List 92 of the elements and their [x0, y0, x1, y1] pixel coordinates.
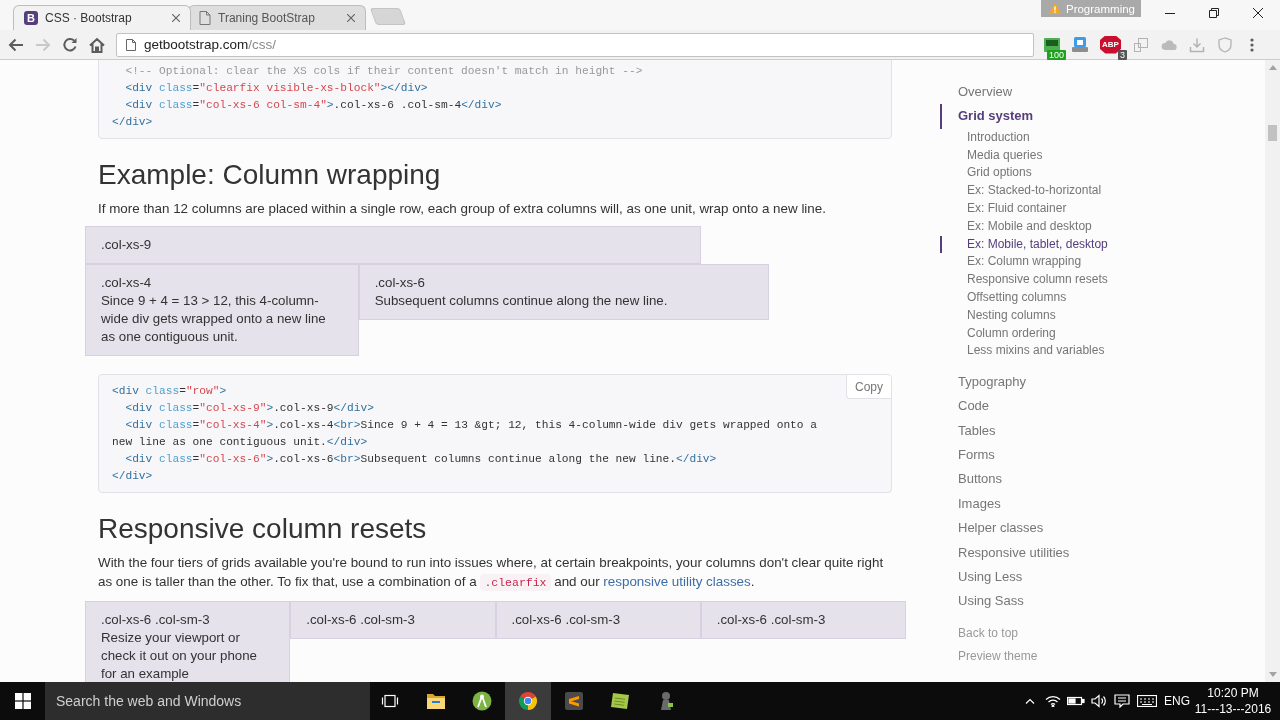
- footer-link[interactable]: Back to top: [940, 622, 1019, 646]
- nav-sublink[interactable]: Introduction: [940, 128, 1030, 147]
- folder-icon: [426, 691, 446, 711]
- close-icon[interactable]: [1253, 8, 1263, 18]
- code-line: <div class="row">: [112, 384, 227, 399]
- nav-sublink[interactable]: Ex: Mobile, tablet, desktop: [940, 235, 1108, 254]
- nav-link[interactable]: Using Sass: [940, 589, 1024, 614]
- copy-button[interactable]: Copy: [846, 375, 891, 399]
- section-heading: Example: Column wrapping: [98, 157, 442, 191]
- language-indicator[interactable]: ENG: [1161, 694, 1193, 708]
- nav-link[interactable]: Typography: [940, 369, 1026, 395]
- home-icon[interactable]: [89, 36, 105, 53]
- text-link[interactable]: responsive utility classes: [603, 574, 751, 589]
- notification-icon[interactable]: [1113, 694, 1130, 708]
- browser-tab[interactable]: Traning BootStrap: [188, 5, 366, 30]
- code-line: <div class="col-xs-6">.col-xs-6<br>Subsequent columns continue along the new line.</div>: [124, 452, 717, 467]
- nav-sublink[interactable]: Less mixins and variables: [940, 342, 1105, 361]
- nav-link[interactable]: Buttons: [940, 467, 1003, 492]
- count-badge: 3: [1118, 49, 1127, 60]
- nav-link[interactable]: Overview: [940, 80, 1013, 105]
- scrollbar-thumb[interactable]: [1268, 125, 1277, 141]
- nav-link[interactable]: Using Less: [940, 565, 1023, 590]
- compass-icon: [472, 691, 492, 711]
- clock-time[interactable]: 10:20 PM: [1207, 685, 1259, 701]
- clock-date[interactable]: 11---13---2016: [1194, 701, 1272, 717]
- nav-sublink[interactable]: Offsetting columns: [940, 289, 1067, 307]
- inline-code: .clearfix: [480, 574, 551, 591]
- nav-sublink[interactable]: Ex: Column wrapping: [940, 253, 1082, 272]
- count-badge: 100: [1046, 49, 1066, 60]
- column-label: .col-xs-6: [374, 274, 426, 292]
- nav-sublink[interactable]: Responsive column resets: [940, 271, 1108, 289]
- taskbar-app-button[interactable]: [505, 682, 551, 720]
- nav-link[interactable]: Forms: [940, 443, 995, 468]
- stop-sign-icon[interactable]: ABP: [1100, 35, 1121, 54]
- column-label: .col-xs-6 .col-sm-3: [511, 610, 622, 629]
- code-line: new line as one contiguous unit.</div>: [112, 435, 368, 450]
- column-label: .col-xs-9: [101, 236, 153, 254]
- column-text: Since 9 + 4 = 13 > 12, this 4-column-wide div gets wrapped onto a new line as one contiguous unit.: [101, 292, 327, 346]
- page-icon: [199, 11, 211, 25]
- nav-sublink[interactable]: Grid options: [940, 164, 1032, 183]
- menu-icon[interactable]: [1250, 37, 1254, 52]
- page-icon: [126, 38, 136, 51]
- column-label: .col-xs-6 .col-sm-3: [101, 610, 211, 629]
- logo-icon: B: [24, 11, 38, 25]
- code-line: </div>: [112, 469, 153, 484]
- section-heading: Responsive column resets: [98, 511, 428, 545]
- nav-sublink[interactable]: Ex: Stacked-to-horizontal: [940, 182, 1102, 200]
- nav-link[interactable]: Code: [940, 394, 990, 419]
- column-label: .col-xs-4: [101, 274, 153, 292]
- nav-link[interactable]: Images: [940, 491, 1001, 517]
- address-bar[interactable]: getbootstrap.com/css/: [116, 32, 1034, 57]
- footer-link[interactable]: Preview theme: [940, 645, 1038, 669]
- volume-icon[interactable]: [1090, 694, 1107, 708]
- nav-sublink[interactable]: Ex: Mobile and desktop: [940, 217, 1092, 236]
- wifi-icon[interactable]: [1044, 695, 1061, 707]
- code-line: <!-- Optional: clear the XS cols if their content doesn't match in height -->: [124, 64, 643, 79]
- chevron-up-icon[interactable]: [1024, 698, 1035, 704]
- restore-icon[interactable]: [1209, 8, 1219, 18]
- column-text: Resize your viewport or check it out on your phone for an example: [101, 628, 258, 682]
- keyboard-icon[interactable]: [1137, 695, 1157, 707]
- code-line: <div class="col-xs-4">.col-xs-4<br>Since 9 + 4 = 13 &gt; 12, this 4-column-wide div gets wrapped onto a: [124, 418, 817, 433]
- battery-icon[interactable]: [1066, 696, 1085, 706]
- code-line: <div class="clearfix visible-xs-block"></div>: [124, 81, 428, 96]
- column-label: .col-xs-6 .col-sm-3: [306, 610, 416, 629]
- browser-tab[interactable]: B CSS · Bootstrap: [13, 5, 191, 30]
- nav-sublink[interactable]: Nesting columns: [940, 306, 1056, 325]
- search-field[interactable]: Search the web and Windows: [45, 682, 370, 720]
- nav-link[interactable]: Helper classes: [940, 516, 1044, 541]
- nav-link[interactable]: Tables: [940, 418, 996, 443]
- windows-logo-icon[interactable]: [14, 693, 31, 709]
- monitor-icon[interactable]: [1044, 36, 1060, 53]
- code-line: </div>: [112, 115, 153, 130]
- reload-icon[interactable]: [62, 36, 78, 53]
- column-text: Subsequent columns continue along the new line.: [374, 292, 669, 310]
- striped-tile-icon: [564, 691, 584, 711]
- column-label: .col-xs-6 .col-sm-3: [716, 610, 827, 629]
- stacked-windows-icon[interactable]: [381, 694, 399, 708]
- paragraph-text: With the four tiers of grids available you're bound to run into issues where, at certain breakpoints, your columns don't clear quite right as one is taller than the other. To fix that, use a combination of a .clearfix and our responsive utility classes.: [98, 553, 885, 593]
- chrome-icon: [518, 691, 538, 711]
- nav-sublink[interactable]: Ex: Fluid container: [940, 200, 1067, 218]
- notebook-icon: [610, 691, 630, 711]
- nav-link[interactable]: Grid system: [940, 104, 1034, 129]
- code-line: <div class="col-xs-6 col-sm-4">.col-xs-6 .col-sm-4</div>: [124, 98, 502, 113]
- nav-sublink[interactable]: Media queries: [940, 146, 1043, 165]
- warning-icon: [1048, 3, 1061, 14]
- nav-sublink[interactable]: Column ordering: [940, 324, 1056, 343]
- code-line: <div class="col-xs-9">.col-xs-9</div>: [124, 401, 374, 416]
- nav-link[interactable]: Responsive utilities: [940, 540, 1070, 565]
- scrollbar[interactable]: [1265, 60, 1280, 682]
- app-tile-icon[interactable]: [1072, 36, 1088, 53]
- arrow-left-icon[interactable]: [8, 36, 24, 53]
- paragraph-text: If more than 12 columns are placed within a single row, each group of extra columns will, as one unit, wrap onto a new line.: [98, 199, 827, 218]
